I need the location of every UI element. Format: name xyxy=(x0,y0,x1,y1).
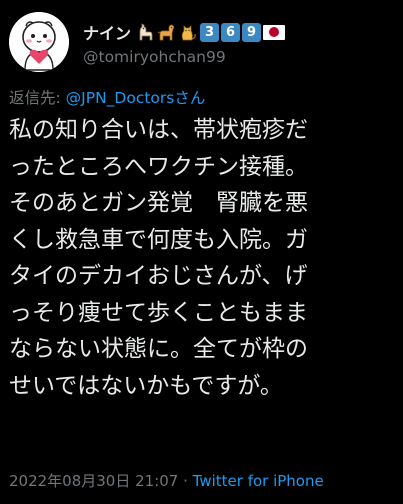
dog-emoji-icon xyxy=(156,22,176,42)
avatar[interactable] xyxy=(9,12,69,72)
japan-flag-icon xyxy=(263,24,286,40)
cat-emoji-icon xyxy=(178,22,198,42)
tweet-text-line: 私の知り合いは、帯状疱疹だ xyxy=(9,117,308,143)
meta-separator: · xyxy=(178,472,193,490)
author-name-text: ナイン xyxy=(83,24,132,43)
author-display-name[interactable]: ナイン 3 6 9 xyxy=(83,19,286,45)
tweet: ナイン 3 6 9 @tomiryohchan99 返信先: @JPN_Doct… xyxy=(0,0,403,504)
keycap-6-icon: 6 xyxy=(221,22,241,42)
avatar-character-icon xyxy=(9,12,69,72)
llama-emoji-icon xyxy=(134,22,154,42)
tweet-text-line: そのあとガン発覚 腎臓を悪 xyxy=(9,190,308,216)
tweet-source-link[interactable]: Twitter for iPhone xyxy=(193,472,324,490)
tweet-text-line: くし救急車で何度も入院。ガ xyxy=(9,226,308,253)
reply-mention-link[interactable]: @JPN_Doctorsさん xyxy=(66,89,206,107)
reply-context: 返信先: @JPN_Doctorsさん xyxy=(9,86,205,108)
tweet-timestamp[interactable]: 2022年08月30日 21:07 xyxy=(9,472,178,490)
tweet-text: 私の知り合いは、帯状疱疹だ ったところへワクチン接種。 そのあとガン発覚 腎臓を悪く… xyxy=(9,112,399,404)
keycap-9-icon: 9 xyxy=(242,22,262,42)
tweet-text-line: タイのデカイおじさんが、げ xyxy=(9,263,308,289)
author-handle[interactable]: @tomiryohchan99 xyxy=(83,48,226,66)
reply-prefix: 返信先: xyxy=(9,89,66,107)
tweet-meta: 2022年08月30日 21:07 · Twitter for iPhone xyxy=(9,470,324,491)
keycap-3-icon: 3 xyxy=(200,22,220,42)
tweet-text-line: ならない状態に。全てが枠の xyxy=(9,336,308,362)
tweet-text-line: せいではないかもですが。 xyxy=(9,372,283,399)
tweet-text-line: ったところへワクチン接種。 xyxy=(9,153,308,180)
tweet-text-line: っそり痩せて歩くこともまま xyxy=(9,299,308,326)
